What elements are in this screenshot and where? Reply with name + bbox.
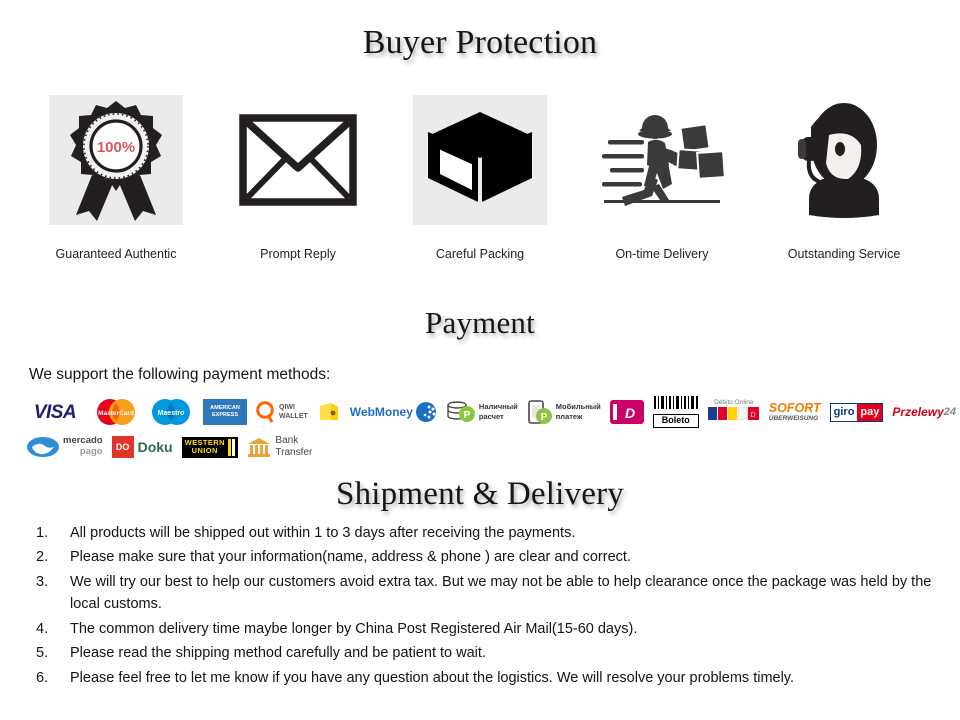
feature-on-time-delivery: On-time Delivery bbox=[576, 95, 748, 261]
debito-label: Débito Online bbox=[714, 399, 754, 406]
qiwi-line-2: WALLET bbox=[279, 413, 308, 420]
list-item-number: 4. bbox=[36, 620, 49, 637]
list-item-number: 2. bbox=[36, 549, 49, 566]
qiwi-line-1: QIWI bbox=[279, 403, 295, 411]
cash-line-2: расчет bbox=[478, 412, 504, 421]
giropay-pay: pay bbox=[857, 403, 883, 421]
list-item-text: We will try our best to help our custome… bbox=[70, 573, 932, 613]
amex-line-2: EXPRESS bbox=[212, 412, 238, 418]
list-item: 3. We will try our best to help our cust… bbox=[36, 571, 932, 616]
giropay-logo: giro pay bbox=[829, 402, 884, 422]
sofort-logo: SOFORT ÜBERWEISUNG bbox=[769, 401, 821, 423]
bank-transfer-logo: Bank Transfer bbox=[247, 435, 312, 460]
mobile-line-2: платеж bbox=[555, 412, 583, 421]
debito-online-logo: Débito Online D bbox=[707, 399, 760, 425]
shipment-heading: Shipment & Delivery bbox=[336, 476, 624, 512]
list-item-number: 5. bbox=[36, 645, 49, 662]
feature-label: Guaranteed Authentic bbox=[55, 247, 177, 261]
payment-heading: Payment bbox=[425, 305, 535, 340]
svg-text:P: P bbox=[540, 412, 547, 423]
open-box-icon bbox=[413, 95, 547, 225]
list-item-text: All products will be shipped out within … bbox=[70, 525, 576, 541]
webmoney-logo: WebMoney bbox=[350, 401, 437, 423]
przelewy-number: 24 bbox=[943, 406, 957, 418]
doku-logo: DO Doku bbox=[111, 436, 173, 458]
feature-prompt-reply: Prompt Reply bbox=[212, 95, 384, 261]
western-union-logo: WESTERN UNION bbox=[181, 436, 239, 458]
giropay-giro: giro bbox=[830, 403, 858, 421]
przelewy24-logo: Przelewy 24 bbox=[892, 405, 956, 419]
list-item-text: Please read the shipping method carefull… bbox=[70, 645, 486, 662]
maestro-logo: Maestro bbox=[148, 398, 194, 426]
feature-label: On-time Delivery bbox=[615, 247, 709, 261]
yellow-wallet-logo bbox=[317, 400, 341, 424]
list-item: 1. All products will be shipped out with… bbox=[36, 522, 932, 544]
list-item-text: The common delivery time maybe longer by… bbox=[70, 620, 638, 637]
award-badge-text: 100% bbox=[97, 139, 135, 156]
feature-outstanding-service: Outstanding Service bbox=[758, 95, 930, 261]
mercado-line-2: pago bbox=[79, 446, 103, 457]
feature-label: Prompt Reply bbox=[260, 247, 336, 261]
feature-careful-packing: Careful Packing bbox=[394, 95, 566, 261]
visa-logo: VISA bbox=[26, 402, 84, 422]
payment-intro-text: We support the following payment methods… bbox=[29, 366, 331, 383]
sofort-line-2: ÜBERWEISUNG bbox=[768, 415, 819, 423]
list-item-text: Please make sure that your information(n… bbox=[70, 549, 631, 566]
visa-logo-text: VISA bbox=[33, 401, 77, 423]
payment-methods: VISA MasterCard Maestro AMERICAN EXPRESS… bbox=[26, 396, 956, 463]
envelope-icon bbox=[231, 95, 365, 225]
svg-text:P: P bbox=[464, 410, 471, 421]
list-item-text: Please feel free to let me know if you h… bbox=[70, 669, 795, 686]
feature-label: Careful Packing bbox=[435, 247, 525, 261]
headset-agent-icon bbox=[777, 95, 911, 225]
buyer-protection-heading: Buyer Protection bbox=[362, 24, 598, 61]
cash-payment-logo: P Наличный расчет bbox=[446, 400, 518, 424]
feature-guaranteed-authentic: 100% Guaranteed Authentic bbox=[30, 95, 202, 261]
payment-row-2: mercado pago DO Doku WESTERN UNION Bank … bbox=[26, 431, 936, 463]
list-item: 6. Please feel free to let me know if yo… bbox=[36, 667, 932, 689]
przelewy-text: Przelewy bbox=[892, 405, 944, 419]
svg-text:D: D bbox=[750, 412, 755, 419]
mercadopago-logo: mercado pago bbox=[26, 435, 103, 459]
list-item-number: 3. bbox=[36, 573, 49, 590]
bank-line-1: Bank bbox=[275, 434, 299, 446]
svg-text:Maestro: Maestro bbox=[158, 410, 185, 417]
qiwi-wallet-logo: QIWI WALLET bbox=[256, 401, 308, 423]
mobile-line-1: Мобильный bbox=[555, 402, 601, 412]
feature-label: Outstanding Service bbox=[787, 247, 901, 261]
running-courier-icon bbox=[595, 95, 729, 225]
cash-line-1: Наличный bbox=[478, 402, 518, 412]
amex-logo: AMERICAN EXPRESS bbox=[203, 399, 247, 425]
sofort-line-1: SOFORT bbox=[768, 401, 821, 416]
bank-line-2: Transfer bbox=[275, 447, 313, 458]
shipment-terms-list: 1. All products will be shipped out with… bbox=[36, 522, 932, 691]
list-item: 4. The common delivery time maybe longer… bbox=[36, 618, 932, 640]
list-item-number: 1. bbox=[36, 525, 49, 541]
mastercard-logo: MasterCard bbox=[93, 398, 139, 426]
list-item: 5. Please read the shipping method caref… bbox=[36, 642, 932, 664]
amex-line-1: AMERICAN bbox=[210, 405, 240, 412]
doku-mark: DO bbox=[111, 436, 134, 458]
list-item-number: 6. bbox=[36, 669, 49, 686]
list-item: 2. Please make sure that your informatio… bbox=[36, 546, 932, 568]
webmoney-text: WebMoney bbox=[349, 405, 413, 419]
boleto-logo: Boleto bbox=[652, 396, 699, 428]
svg-text:D: D bbox=[625, 405, 635, 421]
boleto-text: Boleto bbox=[652, 414, 699, 428]
wu-line-2: UNION bbox=[191, 446, 218, 455]
doku-text: Doku bbox=[137, 439, 173, 455]
award-rosette-icon: 100% bbox=[49, 95, 183, 225]
buyer-protection-page: Buyer Protection 100% Guaranteed Authent… bbox=[0, 0, 960, 720]
ideal-logo: D bbox=[609, 400, 644, 424]
mobile-payment-logo: P Мобильный платеж bbox=[527, 399, 601, 425]
svg-text:MasterCard: MasterCard bbox=[98, 410, 134, 417]
feature-list: 100% Guaranteed Authentic Prompt Reply C… bbox=[30, 95, 930, 270]
payment-row-1: VISA MasterCard Maestro AMERICAN EXPRESS… bbox=[26, 396, 956, 428]
